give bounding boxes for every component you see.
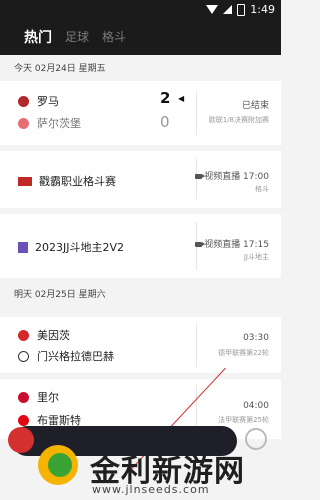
home-team-name: 里尔 (37, 391, 59, 404)
match-status: 已结束 (241, 101, 269, 111)
home-team: 里尔 (18, 389, 59, 405)
match-time: 03:30 (243, 333, 269, 343)
event-title-row: 戳霸职业格斗赛 (18, 173, 116, 189)
watermark-url: www.jlnseeds.com (92, 483, 210, 496)
event-logo-icon (18, 176, 32, 186)
tab-fighting[interactable]: 格斗 (102, 28, 126, 45)
event-logo-icon (18, 241, 28, 253)
team-logo-icon (18, 329, 29, 341)
event-broadcast: 视频直播 17:00 (195, 169, 269, 182)
event-title: 2023JJ斗地主2V2 (35, 241, 125, 254)
battery-icon (237, 3, 246, 16)
status-bar: 1:49 (0, 0, 281, 18)
away-team: 萨尔茨堡 (18, 115, 81, 131)
watermark: 金利新游网 www.jlnseeds.com (30, 442, 280, 500)
home-team: 美因茨 (18, 327, 70, 343)
tab-football[interactable]: 足球 (65, 28, 89, 45)
event-category: JJ斗地主 (243, 253, 269, 261)
date-header-today: 今天 02月24日 星期五 (0, 57, 281, 81)
event-title-row: 2023JJ斗地主2V2 (18, 239, 124, 255)
winner-arrow-icon: ◀ (178, 94, 185, 103)
watermark-logo-icon (38, 445, 78, 485)
team-logo-icon (18, 391, 29, 403)
divider-line (196, 323, 197, 367)
video-icon (195, 242, 206, 247)
home-team-name: 罗马 (37, 95, 59, 108)
match-time: 04:00 (243, 401, 269, 411)
divider-line (196, 385, 197, 431)
event-card[interactable]: 戳霸职业格斗赛 视频直播 17:00 格斗 (0, 151, 281, 208)
home-team-name: 美因茨 (37, 329, 70, 342)
event-category: 格斗 (255, 185, 269, 193)
wifi-icon (206, 5, 219, 14)
date-header-tomorrow: 明天 02月25日 星期六 (0, 283, 281, 307)
video-icon (195, 174, 206, 179)
event-title: 戳霸职业格斗赛 (39, 175, 116, 188)
team-logo-icon (18, 117, 29, 129)
match-subtitle: 欧联1/8决赛附加赛 (208, 116, 269, 124)
top-tabs: 热门 足球 格斗 (0, 18, 281, 55)
match-league: 法甲联赛第25轮 (218, 416, 269, 424)
event-broadcast: 视频直播 17:15 (195, 237, 269, 250)
signal-icon (223, 5, 233, 14)
away-team: 门兴格拉德巴赫 (18, 348, 114, 364)
home-score: 2 (160, 89, 171, 107)
away-score: 0 (160, 113, 170, 131)
home-team: 罗马 (18, 93, 59, 109)
match-league: 德甲联赛第22轮 (218, 349, 269, 357)
match-card[interactable]: 罗马 萨尔茨堡 2 0 ◀ 已结束 欧联1/8决赛附加赛 (0, 81, 281, 145)
away-team-name: 萨尔茨堡 (37, 117, 81, 130)
away-team-name: 门兴格拉德巴赫 (37, 350, 114, 363)
team-logo-icon (18, 414, 29, 426)
team-logo-icon (18, 350, 29, 362)
match-card[interactable]: 美因茨 门兴格拉德巴赫 03:30 德甲联赛第22轮 (0, 317, 281, 373)
team-logo-icon (18, 95, 29, 107)
event-card[interactable]: 2023JJ斗地主2V2 视频直播 17:15 JJ斗地主 (0, 214, 281, 278)
divider-line (196, 91, 197, 135)
tab-hot[interactable]: 热门 (24, 27, 52, 47)
status-time: 1:49 (250, 3, 275, 16)
